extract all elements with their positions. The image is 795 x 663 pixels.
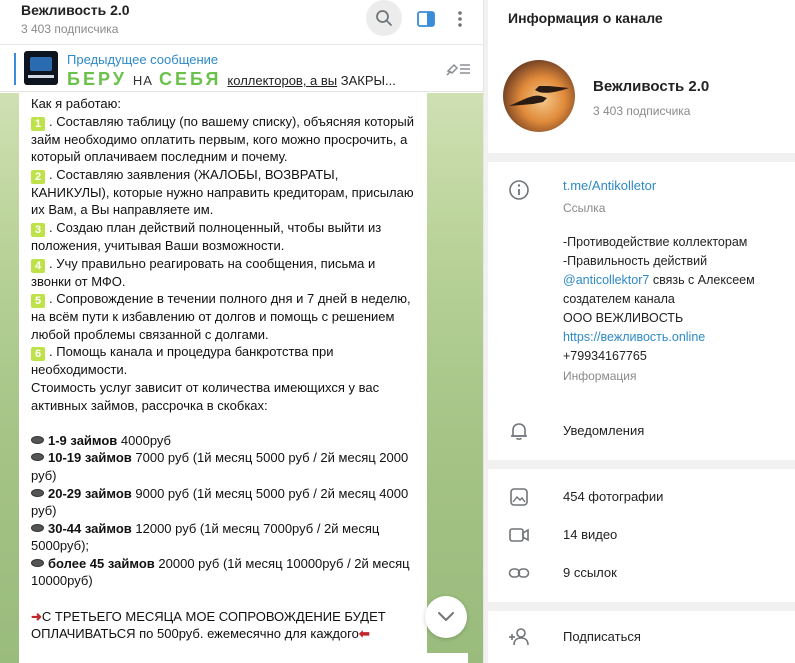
message-cost: Стоимость услуг зависит от количества им… [31, 379, 380, 413]
unpin-button[interactable] [444, 57, 474, 81]
message-item-text: . Помощь канала и процедура банкротства … [31, 344, 334, 378]
coin-icon [31, 435, 44, 444]
channel-link-label: Ссылка [563, 201, 606, 215]
chevron-down-icon [438, 612, 454, 621]
pinned-tail-2: ЗАКРЫ... [340, 73, 396, 88]
coin-icon [31, 488, 44, 497]
price-line: 20-29 займов 9000 руб (1й месяц 5000 руб… [31, 485, 417, 520]
message-item: 6. Помощь канала и процедура банкротства… [31, 343, 417, 379]
info-panel-title: Информация о канале [508, 10, 663, 26]
section-separator [488, 153, 795, 162]
pinned-tail: коллекторов, а вы [227, 73, 338, 88]
pinned-word-2: СЕБЯ [158, 69, 222, 89]
composer-edge [19, 653, 468, 663]
channel-link[interactable]: t.me/Antikolletor [563, 178, 656, 193]
pinned-indicator [14, 53, 16, 85]
arrow-left-icon: ⬅ [358, 626, 370, 642]
mention-link[interactable]: @anticollektor7 [563, 273, 649, 287]
media-videos[interactable]: 14 видео [563, 527, 617, 542]
info-icon [508, 179, 530, 201]
more-vertical-icon [458, 11, 462, 27]
number-badge-6: 6 [31, 347, 45, 362]
price-line: 30-44 займов 12000 руб (1й месяц 7000руб… [31, 520, 417, 555]
subscribe-button[interactable]: Подписаться [563, 629, 641, 644]
price-tier: 1-9 займов [48, 432, 118, 448]
coin-icon [31, 453, 44, 462]
arrow-right-icon: ➜ [31, 608, 42, 624]
channel-subscribers: 3 403 подписчика [593, 104, 691, 118]
message-footer: ➜С ТРЕТЬЕГО МЕСЯЦА МОЕ СОПРОВОЖДЕНИЕ БУД… [31, 608, 417, 643]
message-item: 2. Составляю заявления (ЖАЛОБЫ, ВОЗВРАТЫ… [31, 166, 417, 219]
coin-icon [31, 558, 44, 567]
channel-description: -Противодействие коллекторам -Правильнос… [563, 233, 788, 366]
phone-number[interactable]: +79934167765 [563, 347, 788, 366]
message-item-text: . Создаю план действий полноценный, чтоб… [31, 219, 382, 253]
chat-pane: Вежливость 2.0 3 403 подписчика Предыдущ… [0, 0, 483, 663]
message-item-text: . Составляю таблицу (по вашему списку), … [31, 113, 414, 165]
number-badge-1: 1 [31, 116, 45, 131]
media-photos[interactable]: 454 фотографии [563, 489, 663, 504]
price-tier: более 45 займов [48, 555, 155, 571]
message-item: 4. Учу правильно реагировать на сообщени… [31, 255, 417, 291]
message-item-text: . Составляю заявления (ЖАЛОБЫ, ВОЗВРАТЫ,… [31, 166, 414, 218]
add-user-icon [508, 626, 530, 648]
channel-name: Вежливость 2.0 [593, 78, 710, 95]
notifications-toggle[interactable]: Уведомления [563, 423, 644, 438]
price-line: 1-9 займов 4000руб [31, 432, 417, 450]
message-footer-text: С ТРЕТЬЕГО МЕСЯЦА МОЕ СОПРОВОЖДЕНИЕ БУДЕ… [31, 608, 386, 642]
price-tier: 30-44 займов [48, 520, 132, 536]
channel-avatar[interactable] [503, 60, 575, 132]
search-button[interactable] [366, 0, 402, 36]
chat-subscribers: 3 403 подписчика [21, 22, 119, 36]
price-tier: 10-19 займов [48, 450, 132, 466]
message-item: 1. Составляю таблицу (по вашему списку),… [31, 113, 417, 166]
description-line: @anticollektor7 связь с Алексеем создате… [563, 271, 788, 309]
number-badge-5: 5 [31, 294, 45, 309]
more-menu-button[interactable] [441, 2, 479, 36]
chat-title[interactable]: Вежливость 2.0 [21, 2, 130, 18]
pinned-preview: БЕРУ НА СЕБЯ коллекторов, а вы ЗАКРЫ... [67, 69, 439, 90]
description-line: ООО ВЕЖЛИВОСТЬ [563, 311, 684, 325]
description-line: -Правильность действий [563, 254, 708, 268]
search-icon [376, 10, 392, 26]
section-separator [488, 602, 795, 611]
coin-icon [31, 523, 44, 532]
message-intro: Как я работаю: [31, 96, 122, 111]
pinned-word-1: БЕРУ [67, 69, 127, 89]
pinned-thumbnail [24, 51, 58, 85]
channel-info-panel: Информация о канале Вежливость 2.0 3 403… [488, 0, 795, 663]
section-separator [488, 460, 795, 469]
price-amount: 4000руб [117, 432, 172, 448]
message-item-text: . Сопровождение в течении полного дня и … [31, 291, 411, 342]
message-bubble[interactable]: Как я работаю: 1. Составляю таблицу (по … [19, 93, 427, 653]
number-badge-4: 4 [31, 258, 45, 273]
video-icon [508, 524, 530, 546]
chat-header: Вежливость 2.0 3 403 подписчика [0, 0, 483, 44]
price-tier: 20-29 займов [48, 485, 132, 501]
number-badge-3: 3 [31, 222, 45, 237]
website-link[interactable]: https://вежливость.online [563, 328, 788, 347]
scroll-down-button[interactable] [425, 596, 467, 638]
price-line: 10-19 займов 7000 руб (1й месяц 5000 руб… [31, 449, 417, 484]
number-badge-2: 2 [31, 169, 45, 184]
unpin-icon [446, 63, 470, 76]
description-line: -Противодействие коллекторам [563, 235, 748, 249]
message-item-text: . Учу правильно реагировать на сообщения… [31, 255, 376, 289]
toggle-info-panel-button[interactable] [407, 2, 445, 36]
description-label: Информация [563, 369, 637, 383]
sidebar-panel-icon [417, 11, 435, 27]
photo-icon [508, 486, 530, 508]
media-links[interactable]: 9 ссылок [563, 565, 617, 580]
bell-icon [508, 420, 530, 442]
link-icon [508, 562, 530, 584]
message-item: 3. Создаю план действий полноценный, что… [31, 219, 417, 255]
pinned-message-bar[interactable]: Предыдущее сообщение БЕРУ НА СЕБЯ коллектор… [0, 44, 483, 92]
pinned-title: Предыдущее сообщение [67, 52, 219, 67]
price-line: более 45 займов 20000 руб (1й месяц 1000… [31, 555, 417, 590]
pinned-word-mid: НА [132, 73, 153, 88]
message-item: 5. Сопровождение в течении полного дня и… [31, 290, 417, 343]
